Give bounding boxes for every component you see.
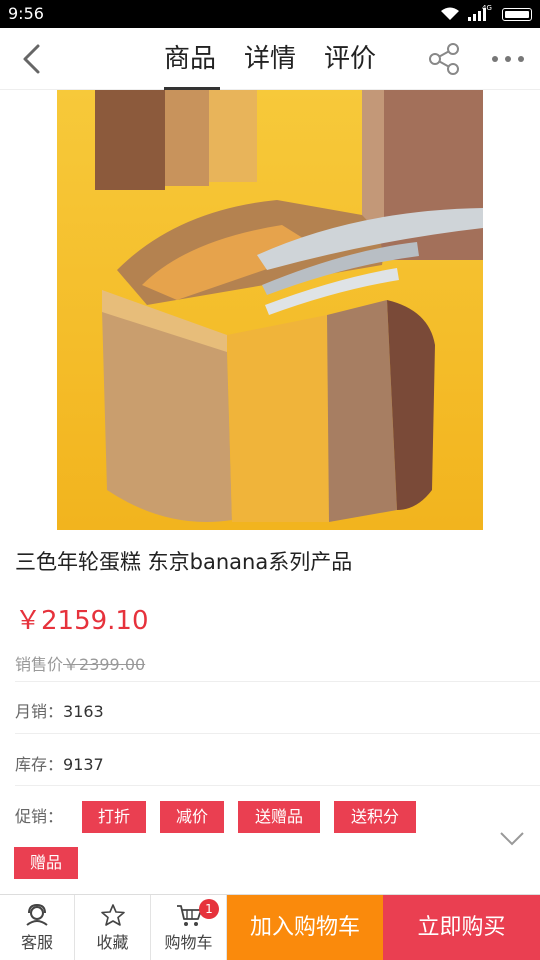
customer-service-button[interactable]: 客服	[0, 895, 75, 960]
cake-photo-icon	[57, 90, 483, 530]
monthly-sales-row: 月销：3163	[15, 698, 535, 722]
tab-details[interactable]: 详情	[240, 28, 300, 90]
status-icons: 4G	[440, 4, 532, 22]
bottom-action-bar: 客服 收藏 购物车 1 加入购物车 立即购买	[0, 894, 540, 960]
stock-label: 库存：	[15, 755, 64, 774]
add-to-cart-button[interactable]: 加入购物车	[227, 895, 383, 960]
cart-button[interactable]: 购物车 1	[151, 895, 227, 960]
cart-count-badge: 1	[199, 899, 219, 919]
tab-product[interactable]: 商品	[160, 28, 221, 90]
network-type-label: 4G	[482, 4, 492, 12]
favorite-button[interactable]: 收藏	[75, 895, 151, 960]
star-icon	[100, 904, 125, 926]
divider	[15, 785, 540, 786]
cart-label: 购物车	[164, 933, 213, 952]
product-price: ￥2159.10	[15, 606, 149, 636]
favorite-label: 收藏	[96, 933, 129, 952]
product-title: 三色年轮蛋糕 东京banana系列产品	[15, 550, 353, 574]
promo-tag-price-cut[interactable]: 减价	[160, 801, 224, 833]
status-time: 9:56	[8, 4, 44, 23]
promo-label: 促销：	[15, 807, 64, 826]
customer-service-label: 客服	[20, 933, 53, 952]
wifi-icon	[441, 7, 459, 20]
monthly-sales-label: 月销：	[15, 702, 64, 721]
chevron-down-icon[interactable]	[498, 828, 526, 850]
promo-tag-points[interactable]: 送积分	[334, 801, 416, 833]
share-icon[interactable]	[426, 42, 462, 76]
product-tabs: 商品 详情 评价	[160, 28, 380, 90]
divider	[15, 733, 540, 734]
buy-now-button[interactable]: 立即购买	[383, 895, 540, 960]
promo-tag-gift[interactable]: 送赠品	[238, 801, 320, 833]
stock-value: 9137	[63, 755, 104, 774]
promo-tag-discount[interactable]: 打折	[82, 801, 146, 833]
top-nav-bar: 商品 详情 评价	[0, 28, 540, 90]
battery-icon	[502, 7, 532, 21]
promo-tag-freebie[interactable]: 赠品	[14, 847, 78, 879]
monthly-sales-value: 3163	[63, 702, 104, 721]
original-price: ￥2399.00	[63, 655, 146, 674]
signal-icon: 4G	[468, 4, 494, 21]
stock-row: 库存：9137	[15, 751, 535, 775]
divider	[15, 681, 540, 682]
status-bar: 9:56 4G	[0, 0, 540, 28]
product-image[interactable]	[57, 90, 483, 530]
back-icon[interactable]	[16, 42, 48, 76]
original-price-label: 销售价	[15, 655, 64, 674]
tab-reviews[interactable]: 评价	[320, 28, 380, 90]
headset-icon	[26, 903, 48, 926]
original-price-row: 销售价￥2399.00	[15, 651, 145, 675]
more-icon[interactable]	[490, 54, 526, 64]
